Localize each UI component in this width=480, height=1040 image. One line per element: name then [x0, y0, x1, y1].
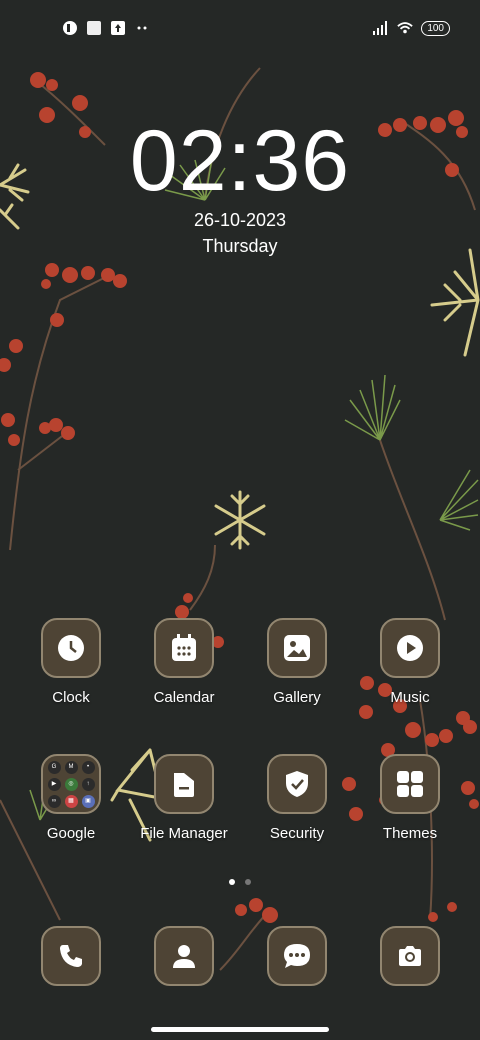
app-label: Security	[269, 825, 325, 842]
more-dots-icon	[134, 20, 150, 36]
folder-item: •	[81, 760, 95, 774]
app-label: Google	[46, 825, 96, 842]
notification-icon	[62, 20, 78, 36]
page-dot-active	[229, 879, 235, 885]
signal-icon	[373, 20, 389, 36]
folder-item: ∞	[47, 794, 61, 808]
app-label: Themes	[382, 825, 438, 842]
app-security[interactable]: Security	[242, 754, 352, 842]
camera-icon	[380, 926, 440, 986]
folder-item: ▶	[47, 777, 61, 791]
app-label: Clock	[52, 689, 90, 706]
lockscreen-day: Thursday	[202, 236, 278, 256]
app-gallery[interactable]: Gallery	[242, 618, 352, 706]
dock-camera[interactable]	[355, 926, 465, 986]
square-icon	[86, 20, 102, 36]
calendar-icon	[154, 618, 214, 678]
contacts-icon	[154, 926, 214, 986]
status-right-icons: 100	[373, 20, 450, 36]
dock-phone[interactable]	[16, 926, 126, 986]
app-label: Music	[390, 689, 430, 706]
folder-item: ↑	[81, 777, 95, 791]
app-folder-google[interactable]: G M • ▶ ◎ ↑ ∞ ▦ ▣ Google	[16, 754, 126, 842]
app-label: Calendar	[153, 689, 215, 706]
play-icon	[380, 618, 440, 678]
folder-item: ▣	[81, 794, 95, 808]
dock-messages[interactable]	[242, 926, 352, 986]
dock-contacts[interactable]	[129, 926, 239, 986]
messages-icon	[267, 926, 327, 986]
gallery-icon	[267, 618, 327, 678]
folder-icon: G M • ▶ ◎ ↑ ∞ ▦ ▣	[41, 754, 101, 814]
gesture-navigation-bar[interactable]	[151, 1027, 329, 1032]
status-bar: 100	[0, 14, 480, 42]
lockscreen-date: 26-10-2023	[193, 210, 287, 230]
upload-icon	[110, 20, 126, 36]
status-left-icons	[62, 20, 150, 36]
battery-indicator: 100	[421, 20, 450, 36]
page-indicator	[0, 879, 480, 885]
app-calendar[interactable]: Calendar	[129, 618, 239, 706]
app-label: Gallery	[273, 689, 321, 706]
grid-icon	[380, 754, 440, 814]
lockscreen-time[interactable]: 02:36	[0, 112, 480, 211]
wifi-icon	[397, 20, 414, 36]
app-clock[interactable]: Clock	[16, 618, 126, 706]
app-themes[interactable]: Themes	[355, 754, 465, 842]
app-label: File Manager	[140, 825, 228, 842]
clock-icon	[41, 618, 101, 678]
app-music[interactable]: Music	[355, 618, 465, 706]
folder-item: G	[47, 760, 61, 774]
page-dot	[245, 879, 251, 885]
shield-icon	[267, 754, 327, 814]
app-file-manager[interactable]: File Manager	[129, 754, 239, 842]
phone-icon	[41, 926, 101, 986]
folder-item: ▦	[64, 794, 78, 808]
folder-item: M	[64, 760, 78, 774]
file-icon	[154, 754, 214, 814]
folder-item: ◎	[64, 777, 78, 791]
